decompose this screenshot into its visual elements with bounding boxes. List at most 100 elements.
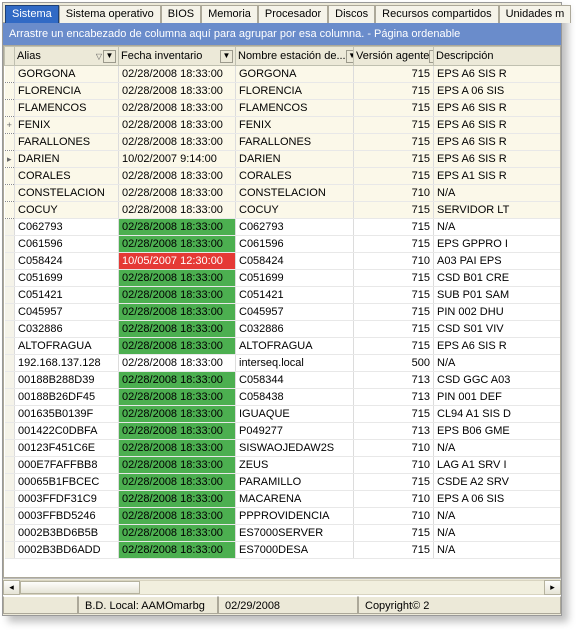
- table-row[interactable]: C06279302/28/2008 18:33:00C062793715N/A: [5, 219, 562, 236]
- scroll-thumb[interactable]: [20, 581, 140, 594]
- table-row[interactable]: 00188B26DF4502/28/2008 18:33:00C05843871…: [5, 389, 562, 406]
- table-row[interactable]: FARALLONES02/28/2008 18:33:00FARALLONES7…: [5, 134, 562, 151]
- cell-nombre: P049277: [236, 423, 354, 440]
- cell-version: 715: [354, 406, 434, 423]
- cell-fecha: 02/28/2008 18:33:00: [119, 406, 236, 423]
- table-row[interactable]: 0002B3BD6B5B02/28/2008 18:33:00ES7000SER…: [5, 525, 562, 542]
- expand-toggle: [5, 253, 15, 270]
- cell-desc: CSD S01 VIV: [434, 321, 562, 338]
- table-row[interactable]: C03288602/28/2008 18:33:00C032886715CSD …: [5, 321, 562, 338]
- expand-toggle: [5, 440, 15, 457]
- table-row[interactable]: C05842410/05/2007 12:30:00C058424710A03 …: [5, 253, 562, 270]
- table-row[interactable]: 0003FFDF31C902/28/2008 18:33:00MACARENA7…: [5, 491, 562, 508]
- table-row[interactable]: 00123F451C6E02/28/2008 18:33:00SISWAOJED…: [5, 440, 562, 457]
- cell-fecha: 02/28/2008 18:33:00: [119, 100, 236, 117]
- cell-alias: 000E7FAFFBB8: [15, 457, 119, 474]
- cell-alias: C045957: [15, 304, 119, 321]
- table-row[interactable]: 00065B1FBCEC02/28/2008 18:33:00PARAMILLO…: [5, 474, 562, 491]
- tab-memoria[interactable]: Memoria: [201, 5, 258, 23]
- table-row[interactable]: +FENIX02/28/2008 18:33:00FENIX715EPS A6 …: [5, 117, 562, 134]
- cell-nombre: IGUAQUE: [236, 406, 354, 423]
- expand-toggle: [5, 508, 15, 525]
- cell-desc: N/A: [434, 440, 562, 457]
- tab-discos[interactable]: Discos: [328, 5, 375, 23]
- table-row[interactable]: 000E7FAFFBB802/28/2008 18:33:00ZEUS710LA…: [5, 457, 562, 474]
- cell-desc: CL94 A1 SIS D: [434, 406, 562, 423]
- cell-nombre: C062793: [236, 219, 354, 236]
- cell-desc: A03 PAI EPS: [434, 253, 562, 270]
- filter-button[interactable]: ▼: [103, 50, 116, 63]
- scroll-track[interactable]: [20, 580, 544, 595]
- table-row[interactable]: FLORENCIA02/28/2008 18:33:00FLORENCIA715…: [5, 83, 562, 100]
- tab-bios[interactable]: BIOS: [161, 5, 201, 23]
- app-window: SistemaSistema operativoBIOSMemoriaProce…: [2, 2, 562, 616]
- expand-toggle[interactable]: ▸: [5, 151, 15, 168]
- tab-unidades-m[interactable]: Unidades m: [499, 5, 572, 23]
- cell-nombre: PPPROVIDENCIA: [236, 508, 354, 525]
- cell-fecha: 02/28/2008 18:33:00: [119, 474, 236, 491]
- cell-fecha: 02/28/2008 18:33:00: [119, 66, 236, 83]
- cell-fecha: 02/28/2008 18:33:00: [119, 134, 236, 151]
- cell-alias: C032886: [15, 321, 119, 338]
- cell-alias: 0002B3BD6ADD: [15, 542, 119, 559]
- cell-fecha: 02/28/2008 18:33:00: [119, 355, 236, 372]
- cell-nombre: C058344: [236, 372, 354, 389]
- table-row[interactable]: C05169902/28/2008 18:33:00C051699715CSD …: [5, 270, 562, 287]
- expand-toggle: [5, 287, 15, 304]
- cell-nombre: C051421: [236, 287, 354, 304]
- cell-alias: COCUY: [15, 202, 119, 219]
- cell-alias: 00123F451C6E: [15, 440, 119, 457]
- expand-toggle[interactable]: +: [5, 117, 15, 134]
- cell-version: 715: [354, 83, 434, 100]
- table-row[interactable]: 0002B3BD6ADD02/28/2008 18:33:00ES7000DES…: [5, 542, 562, 559]
- tab-recursos-compartidos[interactable]: Recursos compartidos: [375, 5, 498, 23]
- cell-desc: EPS A6 SIS R: [434, 117, 562, 134]
- table-row[interactable]: ▸DARIEN10/02/2007 9:14:00DARIEN715EPS A6…: [5, 151, 562, 168]
- cell-nombre: CONSTELACION: [236, 185, 354, 202]
- table-row[interactable]: FLAMENCOS02/28/2008 18:33:00FLAMENCOS715…: [5, 100, 562, 117]
- cell-desc: EPS A6 SIS R: [434, 338, 562, 355]
- group-by-bar[interactable]: Arrastre un encabezado de columna aquí p…: [3, 23, 561, 45]
- table-row[interactable]: 001635B0139F02/28/2008 18:33:00IGUAQUE71…: [5, 406, 562, 423]
- table-row[interactable]: 192.168.137.12802/28/2008 18:33:00inters…: [5, 355, 562, 372]
- col-header-fecha[interactable]: Fecha inventario▼: [119, 47, 236, 66]
- h-scrollbar[interactable]: ◂ ▸: [3, 578, 561, 595]
- table-row[interactable]: C06159602/28/2008 18:33:00C061596715EPS …: [5, 236, 562, 253]
- cell-fecha: 02/28/2008 18:33:00: [119, 117, 236, 134]
- table-row[interactable]: CORALES02/28/2008 18:33:00CORALES715EPS …: [5, 168, 562, 185]
- tab-sistema-operativo[interactable]: Sistema operativo: [59, 5, 161, 23]
- filter-button[interactable]: ▼: [220, 50, 233, 63]
- table-row[interactable]: C04595702/28/2008 18:33:00C045957715PIN …: [5, 304, 562, 321]
- cell-version: 715: [354, 525, 434, 542]
- table-row[interactable]: 00188B288D3902/28/2008 18:33:00C05834471…: [5, 372, 562, 389]
- col-header-version[interactable]: Versión agente▼: [354, 47, 434, 66]
- table-row[interactable]: CONSTELACION02/28/2008 18:33:00CONSTELAC…: [5, 185, 562, 202]
- scroll-left-button[interactable]: ◂: [3, 580, 20, 595]
- table-row[interactable]: C05142102/28/2008 18:33:00C051421715SUB …: [5, 287, 562, 304]
- tab-procesador[interactable]: Procesador: [258, 5, 328, 23]
- cell-version: 710: [354, 253, 434, 270]
- cell-desc: N/A: [434, 185, 562, 202]
- col-header-alias[interactable]: Alias ▽▼: [15, 47, 119, 66]
- cell-desc: CSD GGC A03: [434, 372, 562, 389]
- cell-nombre: CORALES: [236, 168, 354, 185]
- table-row[interactable]: GORGONA02/28/2008 18:33:00GORGONA715EPS …: [5, 66, 562, 83]
- cell-fecha: 02/28/2008 18:33:00: [119, 287, 236, 304]
- table-row[interactable]: 0003FFBD524602/28/2008 18:33:00PPPROVIDE…: [5, 508, 562, 525]
- filter-button[interactable]: ▼: [346, 50, 354, 63]
- expand-toggle: [5, 355, 15, 372]
- col-header-nombre[interactable]: Nombre estación de...▼: [236, 47, 354, 66]
- cell-alias: C062793: [15, 219, 119, 236]
- table-row[interactable]: ALTOFRAGUA02/28/2008 18:33:00ALTOFRAGUA7…: [5, 338, 562, 355]
- col-header-desc[interactable]: Descripción: [434, 47, 562, 66]
- cell-version: 715: [354, 321, 434, 338]
- table-row[interactable]: 001422C0DBFA02/28/2008 18:33:00P04927771…: [5, 423, 562, 440]
- cell-nombre: C051699: [236, 270, 354, 287]
- tab-sistema[interactable]: Sistema: [5, 5, 59, 23]
- table-row[interactable]: COCUY02/28/2008 18:33:00COCUY715SERVIDOR…: [5, 202, 562, 219]
- expand-toggle: [5, 321, 15, 338]
- scroll-right-button[interactable]: ▸: [544, 580, 561, 595]
- cell-alias: 192.168.137.128: [15, 355, 119, 372]
- cell-nombre: C061596: [236, 236, 354, 253]
- cell-alias: FARALLONES: [15, 134, 119, 151]
